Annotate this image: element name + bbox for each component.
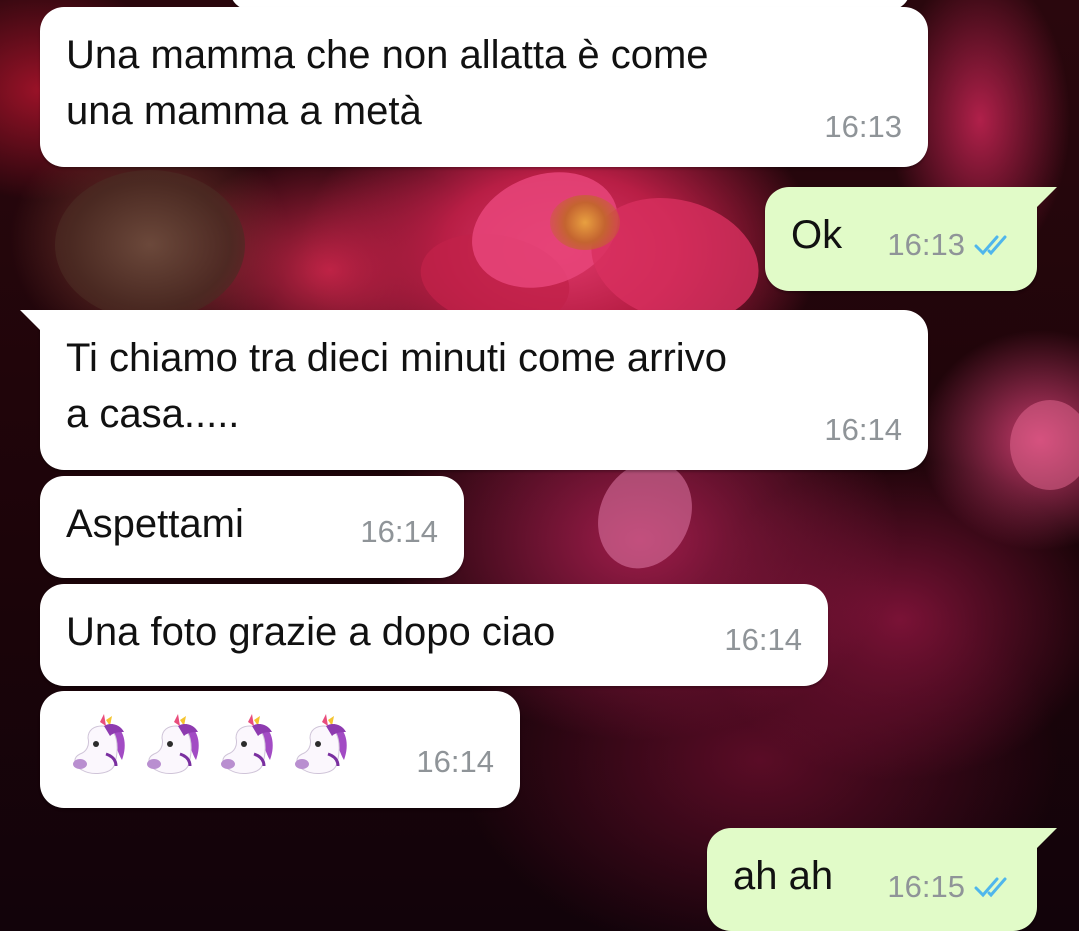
message-bubble[interactable]: Aspettami 16:14	[40, 476, 464, 578]
message-text: una mamma a metà	[66, 89, 422, 133]
message-bubble[interactable]: Una foto grazie a dopo ciao 16:14	[40, 584, 828, 686]
unicorn-icon	[73, 714, 125, 774]
message-text: Una mamma che non allatta è come	[66, 33, 709, 77]
message-bubble[interactable]: Ti chiamo tra dieci minuti come arrivo a…	[20, 310, 928, 470]
unicorn-icon	[295, 714, 347, 774]
message-time: 16:14	[416, 744, 494, 779]
message-time: 16:14	[824, 412, 902, 447]
unicorn-icon	[147, 714, 199, 774]
message-text: a casa.....	[66, 392, 240, 436]
message-text: Ti chiamo tra dieci minuti come arrivo	[66, 336, 727, 380]
double-check-read-icon	[974, 235, 1007, 256]
message-time: 16:13	[824, 109, 902, 144]
message-time: 16:14	[360, 514, 438, 549]
message-time: 16:15	[887, 869, 965, 904]
message-bubble[interactable]: Una mamma che non allatta è come una mam…	[40, 7, 928, 167]
message-time: 16:14	[724, 622, 802, 657]
message-time: 16:13	[887, 227, 965, 262]
message-text: Una foto grazie a dopo ciao	[66, 610, 556, 654]
double-check-read-icon	[974, 877, 1007, 898]
unicorn-icon	[221, 714, 273, 774]
message-bubble[interactable]: 16:14	[40, 691, 520, 808]
message-bubble[interactable]: ah ah 16:15	[707, 828, 1057, 931]
message-bubble[interactable]: Ok 16:13	[765, 187, 1057, 291]
